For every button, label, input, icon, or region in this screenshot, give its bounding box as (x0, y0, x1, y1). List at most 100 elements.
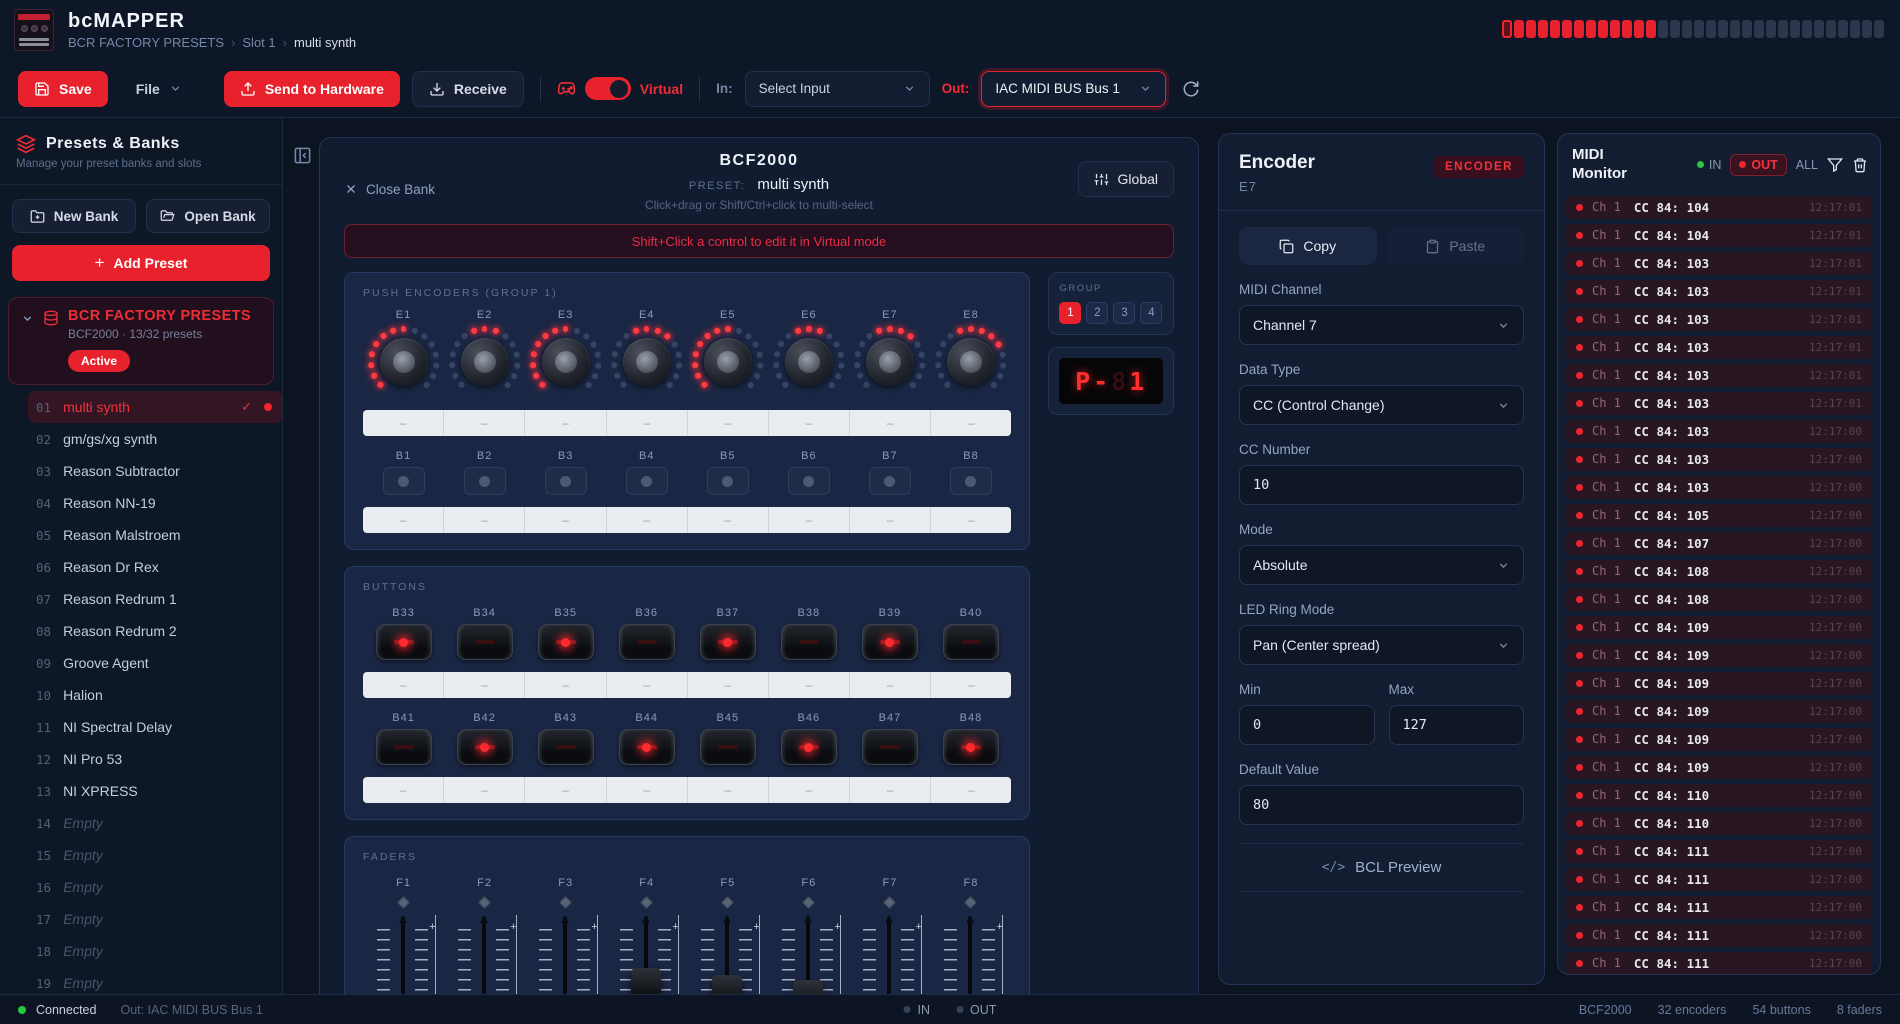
fader[interactable]: F5+ (687, 877, 768, 994)
slot-pill[interactable] (1778, 20, 1788, 38)
encoder[interactable]: E7 (849, 309, 930, 398)
led-button[interactable]: B33 (363, 607, 444, 660)
preset-item[interactable]: 08Reason Redrum 2 (28, 615, 282, 647)
led-button-face[interactable] (862, 729, 918, 765)
encoder-knob[interactable] (854, 326, 926, 398)
file-menu-button[interactable]: File (120, 71, 198, 107)
fader-track[interactable]: + (453, 915, 517, 994)
push-button[interactable]: B4 (606, 450, 687, 495)
monitor-tab-in[interactable]: IN (1697, 158, 1722, 172)
led-button-face[interactable] (862, 624, 918, 660)
fader-track[interactable]: + (858, 915, 922, 994)
led-button[interactable]: B36 (606, 607, 687, 660)
fader[interactable]: F1+ (363, 877, 444, 994)
push-button[interactable]: B5 (687, 450, 768, 495)
led-button-face[interactable] (457, 624, 513, 660)
led-button[interactable]: B43 (525, 712, 606, 765)
led-button[interactable]: B47 (849, 712, 930, 765)
slot-pill[interactable] (1622, 20, 1632, 38)
default-value-input[interactable]: 80 (1239, 785, 1524, 825)
push-button[interactable]: B7 (849, 450, 930, 495)
led-button-face[interactable] (781, 624, 837, 660)
mode-select[interactable]: Absolute (1239, 545, 1524, 585)
slot-pill[interactable] (1502, 20, 1512, 38)
slot-pill[interactable] (1706, 20, 1716, 38)
push-button-face[interactable] (707, 467, 749, 495)
push-button[interactable]: B3 (525, 450, 606, 495)
led-button-face[interactable] (700, 729, 756, 765)
led-button[interactable]: B44 (606, 712, 687, 765)
monitor-tab-out[interactable]: OUT (1730, 154, 1786, 176)
add-preset-button[interactable]: + Add Preset (12, 245, 270, 281)
filter-icon[interactable] (1827, 157, 1843, 173)
led-button-face[interactable] (538, 729, 594, 765)
fader-track[interactable]: + (534, 915, 598, 994)
slot-pill[interactable] (1646, 20, 1656, 38)
encoder-knob[interactable] (692, 326, 764, 398)
refresh-ports-icon[interactable] (1182, 80, 1200, 98)
slot-pill[interactable] (1610, 20, 1620, 38)
fader[interactable]: F6+ (768, 877, 849, 994)
preset-item[interactable]: 11NI Spectral Delay (28, 711, 282, 743)
led-button-face[interactable] (376, 624, 432, 660)
breadcrumb-slot[interactable]: Slot 1 (242, 35, 275, 50)
led-button-face[interactable] (619, 729, 675, 765)
push-button[interactable]: B8 (930, 450, 1011, 495)
encoder[interactable]: E3 (525, 309, 606, 398)
open-bank-button[interactable]: Open Bank (146, 199, 270, 233)
encoder-knob[interactable] (611, 326, 683, 398)
group-button[interactable]: 2 (1086, 302, 1108, 324)
encoder[interactable]: E1 (363, 309, 444, 398)
push-button-face[interactable] (626, 467, 668, 495)
push-button-face[interactable] (788, 467, 830, 495)
send-to-hardware-button[interactable]: Send to Hardware (224, 71, 400, 107)
collapse-sidebar-icon[interactable] (293, 146, 312, 165)
encoder[interactable]: E2 (444, 309, 525, 398)
close-bank-button[interactable]: Close Bank (344, 182, 435, 197)
fader[interactable]: F2+ (444, 877, 525, 994)
cc-number-input[interactable]: 10 (1239, 465, 1524, 505)
led-button-face[interactable] (943, 729, 999, 765)
led-button-face[interactable] (781, 729, 837, 765)
push-button-face[interactable] (545, 467, 587, 495)
push-button-face[interactable] (383, 467, 425, 495)
slot-pill[interactable] (1862, 20, 1872, 38)
max-input[interactable]: 127 (1389, 705, 1525, 745)
led-button[interactable]: B48 (930, 712, 1011, 765)
group-button[interactable]: 3 (1113, 302, 1135, 324)
led-button[interactable]: B41 (363, 712, 444, 765)
slot-pill[interactable] (1670, 20, 1680, 38)
led-button[interactable]: B42 (444, 712, 525, 765)
fader-track[interactable]: + (777, 915, 841, 994)
encoder-knob[interactable] (530, 326, 602, 398)
receive-button[interactable]: Receive (412, 71, 524, 107)
slot-pill[interactable] (1826, 20, 1836, 38)
led-button-face[interactable] (457, 729, 513, 765)
preset-item[interactable]: 10Halion (28, 679, 282, 711)
group-button[interactable]: 4 (1140, 302, 1162, 324)
led-button-face[interactable] (538, 624, 594, 660)
slot-pill[interactable] (1634, 20, 1644, 38)
slot-pill[interactable] (1766, 20, 1776, 38)
led-button-face[interactable] (700, 624, 756, 660)
push-button-face[interactable] (869, 467, 911, 495)
led-button-face[interactable] (376, 729, 432, 765)
led-button[interactable]: B40 (930, 607, 1011, 660)
led-button-face[interactable] (619, 624, 675, 660)
led-button[interactable]: B38 (768, 607, 849, 660)
slot-pill[interactable] (1574, 20, 1584, 38)
fader-track[interactable]: + (696, 915, 760, 994)
push-button[interactable]: B6 (768, 450, 849, 495)
slot-pill[interactable] (1658, 20, 1668, 38)
preset-item[interactable]: 03Reason Subtractor (28, 455, 282, 487)
slot-pill[interactable] (1598, 20, 1608, 38)
led-button[interactable]: B39 (849, 607, 930, 660)
slot-pill[interactable] (1838, 20, 1848, 38)
preset-item[interactable]: 09Groove Agent (28, 647, 282, 679)
slot-pill[interactable] (1742, 20, 1752, 38)
fader[interactable]: F4+ (606, 877, 687, 994)
led-button[interactable]: B34 (444, 607, 525, 660)
preset-item[interactable]: 15Empty (28, 839, 282, 871)
led-button[interactable]: B37 (687, 607, 768, 660)
push-button-face[interactable] (464, 467, 506, 495)
